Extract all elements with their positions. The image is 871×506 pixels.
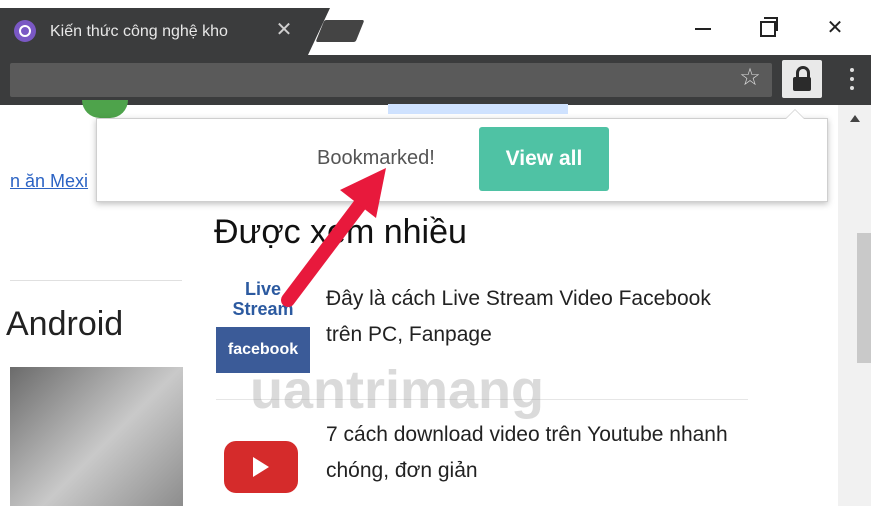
star-icon[interactable]: ☆ bbox=[736, 64, 764, 92]
scroll-thumb[interactable] bbox=[857, 233, 871, 363]
red-arrow-annotation bbox=[281, 168, 386, 307]
close-window-button[interactable]: ✕ bbox=[812, 10, 858, 46]
left-heading: Android bbox=[6, 305, 124, 343]
lock-body-icon bbox=[793, 77, 811, 91]
quantrimang-icon bbox=[14, 20, 36, 42]
restore-icon bbox=[760, 16, 778, 37]
watermark: uantrimang bbox=[250, 360, 545, 420]
minimize-button[interactable] bbox=[680, 10, 726, 46]
new-tab-button[interactable] bbox=[315, 20, 365, 42]
list-item[interactable]: 7 cách download video trên Youtube nhanh… bbox=[216, 405, 746, 505]
scroll-up-icon[interactable] bbox=[850, 115, 860, 122]
play-icon bbox=[253, 457, 269, 477]
article-image[interactable] bbox=[10, 367, 183, 506]
view-all-button[interactable]: View all bbox=[479, 127, 609, 191]
left-article-link[interactable]: n ăn Mexi bbox=[10, 171, 88, 192]
bookmark-popup: Bookmarked! View all bbox=[96, 109, 828, 202]
browser-tab[interactable]: Kiến thức công nghệ kho ✕ bbox=[0, 8, 330, 55]
youtube-icon[interactable] bbox=[224, 441, 298, 493]
article-title[interactable]: 7 cách download video trên Youtube nhanh… bbox=[326, 417, 746, 489]
menu-dots-icon[interactable] bbox=[842, 64, 862, 94]
divider bbox=[10, 280, 182, 281]
address-bar[interactable] bbox=[10, 63, 772, 97]
lock-extension-button[interactable] bbox=[782, 60, 822, 98]
minimize-icon bbox=[695, 27, 711, 30]
title-bar: Kiến thức công nghệ kho ✕ ✕ bbox=[0, 0, 871, 55]
maximize-button[interactable] bbox=[745, 10, 791, 46]
vertical-scrollbar[interactable] bbox=[838, 105, 871, 506]
tab-close-button[interactable]: ✕ bbox=[272, 18, 296, 42]
tab-title: Kiến thức công nghệ kho bbox=[50, 23, 228, 40]
